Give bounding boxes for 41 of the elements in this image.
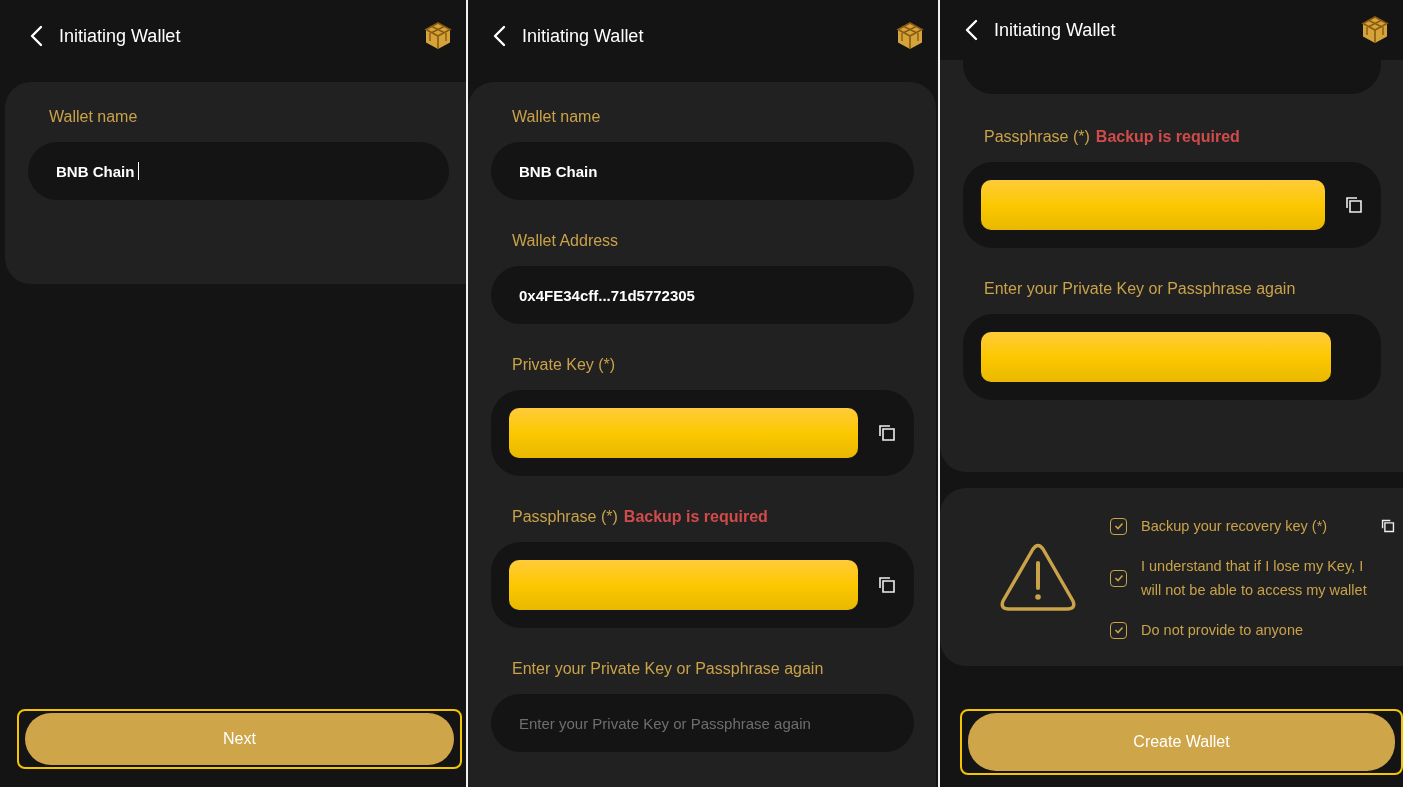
checkbox-label: I understand that if I lose my Key, I will not be able to access my wallet bbox=[1141, 557, 1367, 600]
screen-title: Initiating Wallet bbox=[522, 25, 645, 47]
field-label: Enter your Private Key or Passphrase again bbox=[512, 660, 824, 678]
field-label: Wallet name bbox=[49, 108, 138, 126]
back-icon[interactable] bbox=[492, 25, 506, 47]
field-label: Private Key (*) bbox=[512, 356, 616, 374]
back-icon[interactable] bbox=[29, 25, 43, 47]
input-field[interactable]: BNB Chain bbox=[28, 142, 449, 200]
input-field[interactable]: 0x4FE34cff...71d5772305 bbox=[491, 266, 914, 324]
input-field[interactable]: Enter your Private Key or Passphrase again bbox=[491, 694, 914, 752]
cube-icon bbox=[424, 21, 452, 51]
secret-field[interactable] bbox=[963, 314, 1381, 400]
checkbox[interactable] bbox=[1110, 569, 1127, 587]
checkmark-icon bbox=[1113, 574, 1124, 582]
copy-icon[interactable] bbox=[1381, 519, 1395, 533]
field-label: Passphrase (*) bbox=[512, 508, 618, 526]
field-label: Wallet name bbox=[512, 108, 601, 126]
warning-icon bbox=[1000, 543, 1076, 613]
cube-icon bbox=[896, 21, 924, 51]
checkmark-icon bbox=[1113, 522, 1124, 530]
field-label: Wallet Address bbox=[512, 232, 619, 250]
input-field[interactable]: BNB Chain bbox=[491, 142, 914, 200]
back-icon[interactable] bbox=[964, 19, 978, 41]
checkbox-label: Backup your recovery key (*) bbox=[1141, 517, 1329, 536]
checkbox[interactable] bbox=[1110, 621, 1127, 639]
field-label: Passphrase (*) bbox=[984, 128, 1090, 146]
field-label: Enter your Private Key or Passphrase again bbox=[984, 280, 1296, 298]
screen-title: Initiating Wallet bbox=[994, 19, 1117, 41]
secret-field[interactable] bbox=[963, 162, 1381, 248]
secret-field[interactable] bbox=[491, 542, 914, 628]
required-note: Backup is required bbox=[623, 508, 768, 526]
copy-icon[interactable] bbox=[1345, 196, 1363, 214]
checkbox-label: Do not provide to anyone bbox=[1141, 621, 1305, 640]
cube-icon bbox=[1361, 15, 1389, 45]
checkmark-icon bbox=[1113, 626, 1124, 634]
copy-icon[interactable] bbox=[878, 576, 896, 594]
copy-icon[interactable] bbox=[878, 424, 896, 442]
secret-field[interactable] bbox=[491, 390, 914, 476]
required-note: Backup is required bbox=[1095, 128, 1240, 146]
screen-title: Initiating Wallet bbox=[59, 25, 182, 47]
checkbox[interactable] bbox=[1110, 517, 1127, 535]
